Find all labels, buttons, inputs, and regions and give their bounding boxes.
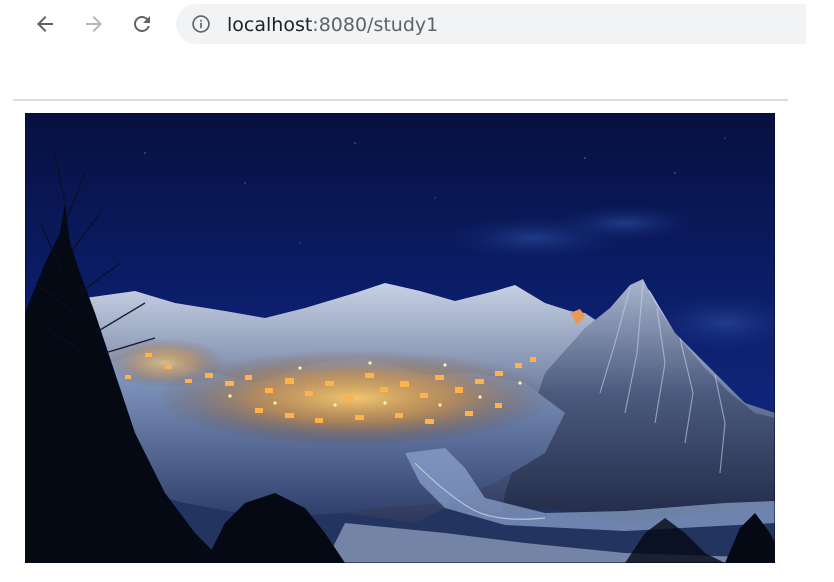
- back-button[interactable]: [27, 6, 63, 42]
- night-mountain-village-photo: [25, 113, 775, 563]
- reload-button[interactable]: [124, 6, 160, 42]
- browser-toolbar: localhost:8080/study1: [0, 0, 834, 52]
- page-divider: [13, 99, 788, 101]
- reload-icon: [134, 15, 150, 32]
- arrow-left-icon: [37, 16, 53, 32]
- address-url[interactable]: localhost:8080/study1: [227, 14, 438, 36]
- info-icon[interactable]: [191, 14, 211, 34]
- url-path: :8080/study1: [312, 14, 439, 36]
- url-host: localhost: [227, 14, 313, 36]
- forward-button[interactable]: [76, 6, 112, 42]
- arrow-right-icon: [86, 16, 102, 32]
- address-bar[interactable]: localhost:8080/study1: [176, 4, 806, 44]
